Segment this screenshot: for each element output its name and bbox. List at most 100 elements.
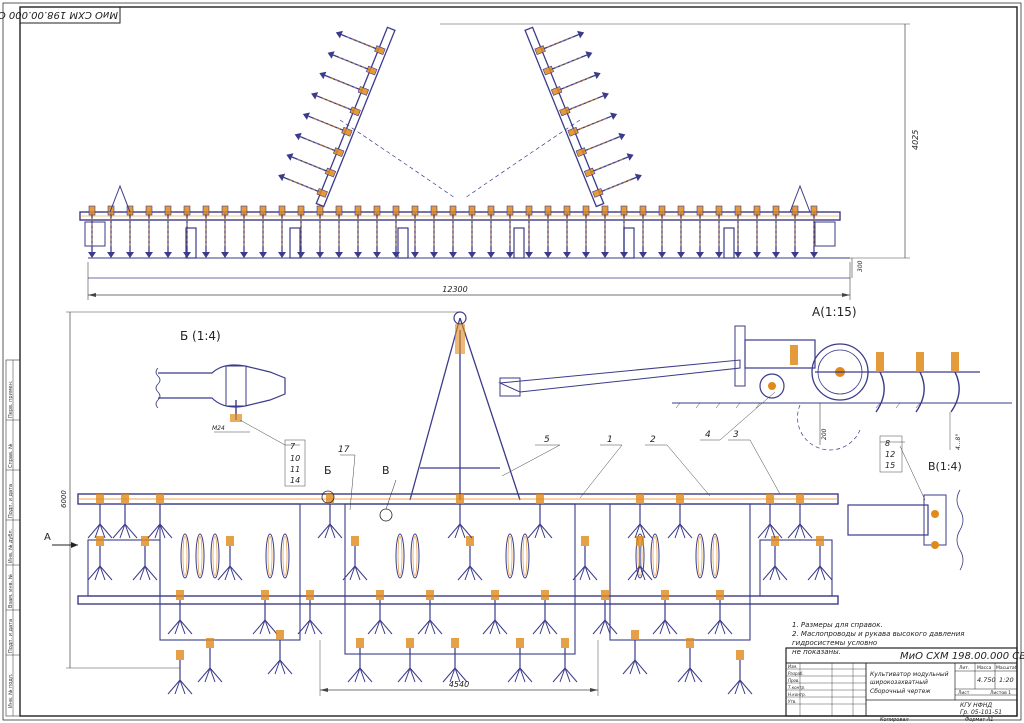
sweep-tine bbox=[167, 649, 193, 695]
cultivator-tine bbox=[277, 205, 287, 259]
cultivator-tine bbox=[695, 205, 705, 259]
group: Гр. 05-101-51 bbox=[960, 709, 1002, 716]
cultivator-tine bbox=[543, 205, 553, 259]
sweep-tine bbox=[132, 535, 158, 581]
top-stamp: МиО СХМ 198.00.000 СБ bbox=[0, 9, 118, 20]
sweep-tine bbox=[507, 637, 533, 683]
cultivator-tine bbox=[752, 205, 762, 259]
cultivator-tine bbox=[733, 205, 743, 259]
view-a-title: А(1:15) bbox=[812, 305, 857, 319]
sweep-tine bbox=[807, 535, 833, 581]
cultivator-tine bbox=[87, 205, 97, 259]
disc-harrow bbox=[695, 533, 705, 579]
callout-5: 5 bbox=[544, 435, 550, 445]
section-v-title: В(1:4) bbox=[928, 460, 962, 473]
cultivator-tine bbox=[790, 205, 800, 259]
callout-11: 11 bbox=[290, 465, 300, 474]
wing-tine bbox=[317, 68, 370, 97]
scale-value: 1:20 bbox=[999, 676, 1014, 684]
cultivator-tine bbox=[220, 205, 230, 259]
cultivator-tine bbox=[429, 205, 439, 259]
sweep-tine bbox=[727, 649, 753, 695]
front-tine bbox=[627, 493, 653, 539]
marker-v: В bbox=[382, 464, 390, 477]
drawing-notes: 1. Размеры для справок. 2. Маслопроводы … bbox=[792, 621, 1017, 657]
sweep-tine bbox=[442, 637, 468, 683]
front-tine bbox=[527, 493, 553, 539]
product-name-3: Сборочный чертеж bbox=[870, 688, 931, 695]
wing-tine bbox=[558, 89, 612, 118]
sweep-tine bbox=[762, 535, 788, 581]
copied-label: Копировал bbox=[880, 717, 909, 723]
sweep-tine bbox=[572, 535, 598, 581]
format-label: Формат А1 bbox=[965, 717, 993, 723]
sweep-tine bbox=[347, 637, 373, 683]
side-label-3: Подп. и дата bbox=[8, 483, 14, 518]
disc-harrow bbox=[650, 533, 660, 579]
disc-harrow bbox=[280, 533, 290, 579]
front-tine bbox=[317, 493, 343, 539]
cultivator-tine bbox=[144, 205, 154, 259]
cultivator-tine bbox=[372, 205, 382, 259]
front-tine bbox=[447, 493, 473, 539]
wing-tine bbox=[550, 68, 603, 97]
callout-14: 14 bbox=[290, 476, 300, 485]
front-tine bbox=[787, 493, 813, 539]
dim-overall-width: 12300 bbox=[442, 285, 467, 294]
cultivator-tine bbox=[315, 205, 325, 259]
cultivator-tine bbox=[714, 205, 724, 259]
disc-harrow bbox=[195, 533, 205, 579]
cultivator-tine bbox=[296, 205, 306, 259]
cultivator-tine bbox=[163, 205, 173, 259]
dim-frame-length: 6000 bbox=[60, 490, 68, 508]
section-b-detail: Б (1:4) М24 7 10 11 14 bbox=[155, 329, 306, 487]
wing-tine bbox=[542, 48, 595, 77]
cultivator-tine bbox=[201, 205, 211, 259]
dim-overall-height: 4025 bbox=[911, 130, 920, 150]
wing-tine bbox=[292, 129, 345, 159]
cultivator-tine bbox=[600, 205, 610, 259]
product-name-1: Культиватор модульный bbox=[870, 671, 949, 678]
cultivator-tine bbox=[125, 205, 135, 259]
wing-tine bbox=[591, 170, 645, 199]
disc-harrow bbox=[505, 533, 515, 579]
view-arrow-a: А bbox=[44, 532, 51, 543]
sweep-tine bbox=[627, 535, 653, 581]
dim-clearance: 300 bbox=[857, 260, 864, 272]
wing-tine bbox=[308, 89, 362, 118]
dim-module-width: 4540 bbox=[449, 680, 469, 689]
side-label-2: Справ. № bbox=[8, 443, 14, 468]
cultivator-tine bbox=[486, 205, 496, 259]
mass-value: 4.750 bbox=[977, 676, 996, 684]
note-1: 1. Размеры для справок. bbox=[792, 621, 883, 629]
elevation-view: 12300 4025 300 bbox=[79, 23, 920, 300]
side-label-7: Инв. № подл. bbox=[8, 673, 14, 709]
product-name-2: широкозахватный bbox=[870, 679, 928, 686]
cultivator-tine bbox=[676, 205, 686, 259]
front-tine bbox=[87, 493, 113, 539]
disc-harrow bbox=[520, 533, 530, 579]
marker-b: Б bbox=[324, 464, 332, 477]
cultivator-tine bbox=[258, 205, 268, 259]
sweep-tine bbox=[457, 535, 483, 581]
sweep-tine bbox=[397, 637, 423, 683]
section-b-title: Б (1:4) bbox=[180, 329, 221, 343]
callout-12: 12 bbox=[885, 450, 895, 459]
front-tine bbox=[757, 493, 783, 539]
dim-angle: 4...8° bbox=[955, 434, 962, 450]
cultivator-tine bbox=[448, 205, 458, 259]
disc-harrow bbox=[710, 533, 720, 579]
cultivator-tine bbox=[353, 205, 363, 259]
cultivator-tine bbox=[391, 205, 401, 259]
side-label-4: Инв. № дубл. bbox=[8, 528, 14, 563]
cultivator-tine bbox=[638, 205, 648, 259]
sweep-tine bbox=[267, 629, 293, 675]
cultivator-tine bbox=[410, 205, 420, 259]
sheet-label: Лист bbox=[958, 690, 970, 696]
section-v-detail: В(1:4) 8 12 15 bbox=[847, 435, 964, 571]
wing-tine bbox=[333, 27, 387, 57]
sheets-label: Листов 1 bbox=[990, 690, 1011, 696]
callout-8: 8 bbox=[885, 439, 890, 448]
note-2: 2. Маслопроводы и рукава высокого давлен… bbox=[792, 630, 965, 647]
col-scale: Масштаб bbox=[996, 665, 1018, 671]
